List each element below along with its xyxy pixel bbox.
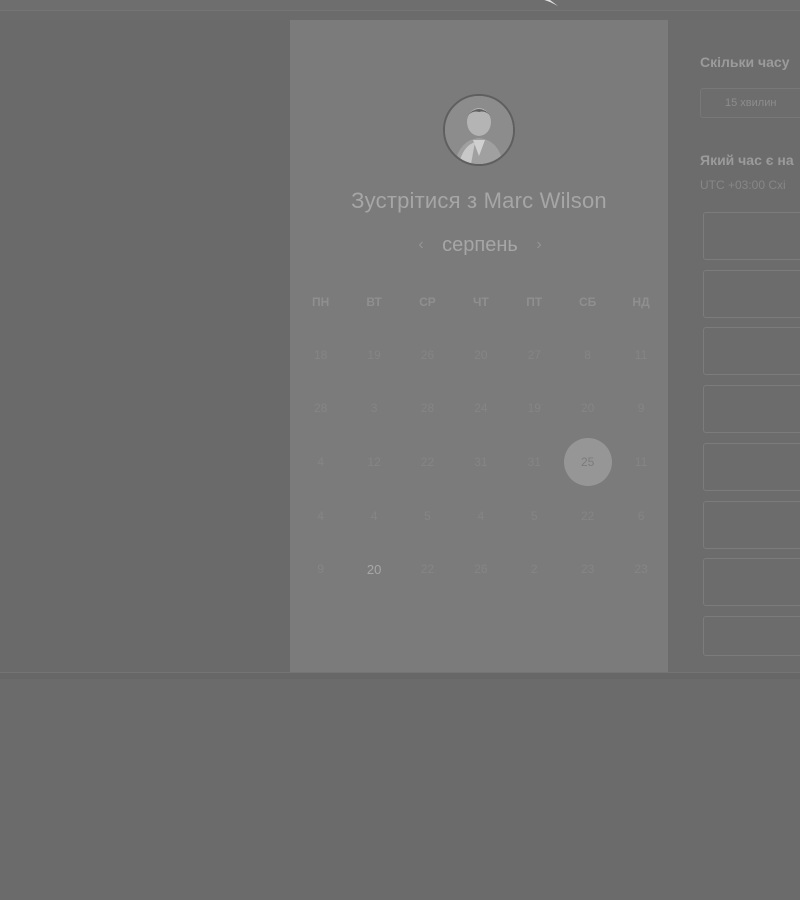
weekday-header: ПН ВТ СР ЧТ ПТ СБ НД <box>294 288 666 316</box>
calendar-day[interactable]: 12 <box>347 435 400 489</box>
week-row: 9 20 22 26 2 23 23 <box>294 542 666 596</box>
chevron-left-icon[interactable]: ‹ <box>412 236 430 254</box>
week-row: 4 12 22 31 31 25 11 <box>294 435 666 489</box>
week-row: 28 3 28 24 19 20 9 <box>294 382 666 436</box>
time-slot-button[interactable] <box>703 443 800 491</box>
duration-select[interactable]: 15 хвилин <box>700 88 800 118</box>
calendar-day[interactable]: 2 <box>508 542 561 596</box>
timezone-label[interactable]: UTC +03:00 Схі <box>700 178 786 192</box>
host-avatar <box>443 94 515 166</box>
weekday-label: ВТ <box>366 295 382 309</box>
logo-icon <box>544 0 558 6</box>
weekday-label: СР <box>419 295 436 309</box>
calendar-day[interactable]: 5 <box>508 489 561 543</box>
weekday-label: ПН <box>312 295 330 309</box>
calendar-day[interactable]: 18 <box>294 328 347 382</box>
time-slot-button[interactable] <box>703 616 800 656</box>
calendar-day[interactable]: 8 <box>561 328 614 382</box>
time-slot-button[interactable] <box>703 212 800 260</box>
calendar-day[interactable]: 28 <box>401 382 454 436</box>
duration-question: Скільки часу <box>700 54 790 70</box>
weekday-label: ЧТ <box>472 295 489 309</box>
weekday-label: ПТ <box>526 295 543 309</box>
calendar-day[interactable]: 19 <box>347 328 400 382</box>
calendar-day[interactable]: 20 <box>454 328 507 382</box>
week-row: 4 4 5 4 5 22 6 <box>294 489 666 543</box>
time-slot-button[interactable] <box>703 501 800 549</box>
calendar-day[interactable]: 24 <box>454 382 507 436</box>
footer-divider <box>0 672 800 679</box>
calendar-day[interactable]: 3 <box>347 382 400 436</box>
month-name: серпень <box>442 234 518 256</box>
available-day[interactable]: 20 <box>347 542 400 596</box>
calendar-day[interactable]: 22 <box>401 435 454 489</box>
calendar-day[interactable]: 23 <box>614 542 667 596</box>
calendar-day[interactable]: 26 <box>401 328 454 382</box>
time-slot-button[interactable] <box>703 558 800 606</box>
calendar-weeks: 18 19 26 20 27 8 11 28 3 28 24 19 20 9 4… <box>294 328 666 596</box>
calendar-day[interactable]: 19 <box>508 382 561 436</box>
calendar-day[interactable]: 26 <box>454 542 507 596</box>
month-navigation: ‹ серпень › <box>290 232 668 262</box>
calendar-day[interactable]: 9 <box>294 542 347 596</box>
calendar-day[interactable]: 4 <box>294 435 347 489</box>
calendar-day[interactable]: 11 <box>614 435 667 489</box>
calendar-day[interactable]: 4 <box>294 489 347 543</box>
calendar-day[interactable]: 27 <box>508 328 561 382</box>
calendar-day[interactable]: 11 <box>614 328 667 382</box>
time-question: Який час є на <box>700 152 794 168</box>
chevron-right-icon[interactable]: › <box>530 236 548 254</box>
calendar-day[interactable]: 5 <box>401 489 454 543</box>
selected-day[interactable]: 25 <box>561 435 614 489</box>
calendar-day[interactable]: 31 <box>508 435 561 489</box>
calendar-day[interactable]: 23 <box>561 542 614 596</box>
time-slot-button[interactable] <box>703 385 800 433</box>
calendar-day[interactable]: 22 <box>561 489 614 543</box>
top-bar <box>0 0 800 11</box>
weekday-label: СБ <box>579 295 597 309</box>
calendar-day[interactable]: 4 <box>347 489 400 543</box>
calendar-day[interactable]: 22 <box>401 542 454 596</box>
booking-page: Зустрітися з Marc Wilson ‹ серпень › ПН … <box>0 0 800 900</box>
week-row: 18 19 26 20 27 8 11 <box>294 328 666 382</box>
calendar-day[interactable]: 31 <box>454 435 507 489</box>
person-photo-icon <box>445 96 513 164</box>
calendar-grid: ПН ВТ СР ЧТ ПТ СБ НД 18 19 26 20 27 8 11… <box>294 288 666 596</box>
calendar-day[interactable]: 6 <box>614 489 667 543</box>
calendar-day[interactable]: 4 <box>454 489 507 543</box>
weekday-label: НД <box>632 295 650 309</box>
meeting-title: Зустрітися з Marc Wilson <box>351 188 607 213</box>
calendar-day[interactable]: 28 <box>294 382 347 436</box>
selected-day-label: 25 <box>563 437 612 486</box>
left-pane <box>0 20 290 672</box>
time-slot-button[interactable] <box>703 270 800 318</box>
time-slot-button[interactable] <box>703 327 800 375</box>
calendar-day[interactable]: 9 <box>614 382 667 436</box>
calendar-day[interactable]: 20 <box>561 382 614 436</box>
